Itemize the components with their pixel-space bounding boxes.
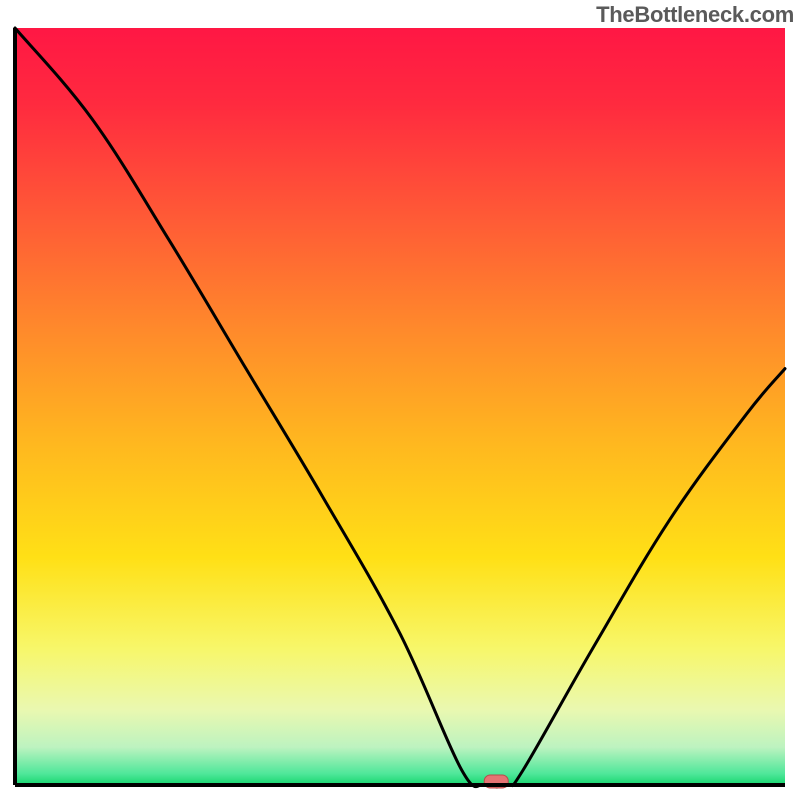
chart-container: TheBottleneck.com (0, 0, 800, 800)
gradient-background (15, 28, 785, 785)
bottleneck-chart (0, 0, 800, 800)
watermark-text: TheBottleneck.com (596, 2, 794, 28)
